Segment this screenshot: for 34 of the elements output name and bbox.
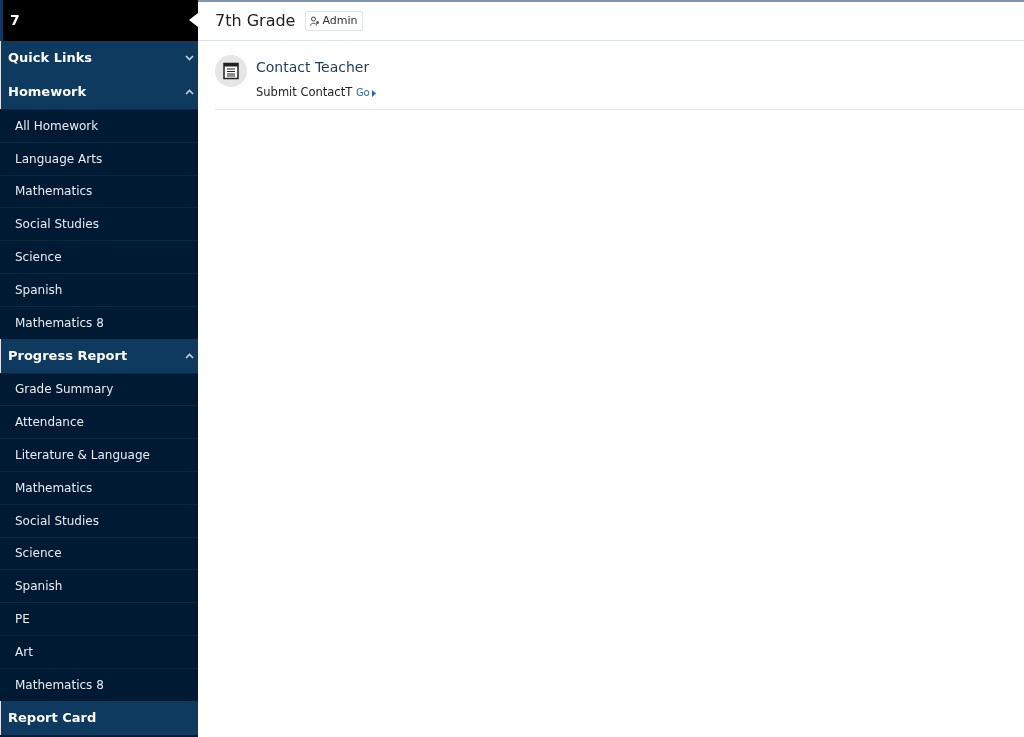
sidebar-item[interactable]: Spanish: [0, 273, 198, 306]
pointer-notch: [189, 13, 198, 27]
sidebar-item[interactable]: All Homework: [0, 109, 198, 142]
go-link[interactable]: Go: [355, 87, 377, 98]
chevron-up-icon: [185, 89, 194, 95]
chevron-down-icon: [185, 55, 194, 61]
sidebar-item[interactable]: Science: [0, 536, 198, 570]
sidebar-section-header[interactable]: Quick Links: [0, 41, 198, 75]
sidebar-section-header[interactable]: Report Card: [0, 700, 198, 735]
sidebar-item[interactable]: Art: [0, 634, 198, 668]
sidebar-item[interactable]: Mathematics 8: [0, 667, 198, 701]
sidebar-item[interactable]: Mathematics 8: [0, 305, 198, 339]
admin-badge: Admin: [305, 10, 363, 32]
sidebar-item[interactable]: Grade Summary: [0, 372, 198, 406]
sidebar-item[interactable]: PE: [0, 602, 198, 635]
sidebar-title: 7: [10, 11, 20, 30]
sidebar-item[interactable]: Mathematics: [0, 470, 198, 504]
sidebar-item[interactable]: Literature & Language: [0, 438, 198, 471]
sidebar-section-header[interactable]: Homework: [0, 75, 198, 109]
sidebar-item[interactable]: Mathematics: [0, 174, 198, 208]
sidebar-section-header[interactable]: Progress Report: [0, 338, 198, 373]
sidebar-item[interactable]: Spanish: [0, 569, 198, 603]
link-title: Contact Teacher: [256, 58, 371, 77]
form-icon: [215, 55, 247, 87]
sidebar-item[interactable]: Social Studies: [0, 207, 198, 241]
link-description: Submit ContactT: [256, 85, 353, 99]
caret-icon: [371, 89, 377, 97]
sidebar-item[interactable]: Language Arts: [0, 141, 198, 175]
chevron-up-icon: [185, 352, 194, 359]
page-title: 7th Grade: [215, 10, 296, 32]
sidebar-item[interactable]: Social Studies: [0, 503, 198, 537]
users-icon: [310, 16, 321, 26]
sidebar-item[interactable]: Science: [0, 240, 198, 273]
sidebar-item[interactable]: Attendance: [0, 405, 198, 439]
